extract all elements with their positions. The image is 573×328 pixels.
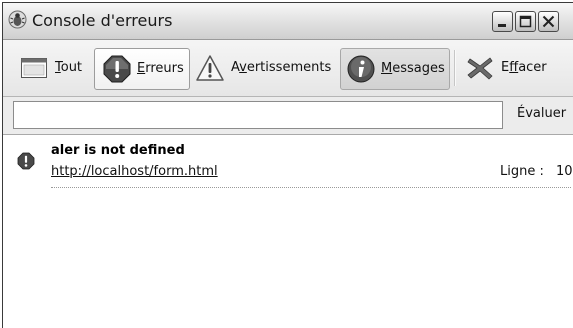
toolbar-separator (454, 50, 456, 86)
error-message-text: aler is not defined (51, 143, 185, 158)
evaluate-button[interactable]: Évaluer (508, 101, 573, 129)
minimize-icon (498, 24, 506, 27)
filter-errors-label: Erreurs (137, 61, 184, 76)
stop-sign-error-icon (17, 152, 35, 174)
filter-warnings-label: Avertissements (231, 60, 332, 75)
filter-all-label: Tout (55, 60, 83, 75)
clear-x-icon (467, 56, 493, 84)
row-divider (51, 187, 571, 188)
filter-warnings-button[interactable]: Avertissements (193, 50, 333, 86)
minimize-button[interactable] (492, 11, 513, 32)
title-bar: Console d'erreurs (3, 3, 573, 40)
warning-triangle-icon (195, 54, 225, 86)
evaluate-bar: Évaluer (3, 97, 573, 135)
close-button[interactable] (538, 11, 559, 32)
maximize-icon (519, 15, 532, 28)
line-number: 10 (556, 164, 573, 179)
messages-list: aler is not defined http://localhost/for… (3, 135, 573, 328)
code-eval-input[interactable] (13, 101, 503, 129)
clear-button[interactable]: Effacer (463, 50, 571, 86)
line-label: Ligne : (500, 164, 544, 179)
error-source-link[interactable]: http://localhost/form.html (51, 164, 218, 179)
console-window-icon (21, 58, 47, 82)
window-title: Console d'erreurs (32, 11, 173, 30)
console-toolbar: Tout Erreurs Avertissements Messages Eff… (3, 40, 573, 97)
info-circle-icon (347, 55, 375, 87)
stop-sign-error-icon (103, 55, 131, 87)
clear-label: Effacer (501, 60, 547, 75)
filter-messages-label: Messages (381, 61, 445, 76)
maximize-button[interactable] (515, 11, 536, 32)
filter-messages-button[interactable]: Messages (340, 48, 450, 90)
error-console-window: Console d'erreurs Tout Erreurs Avertisse… (2, 2, 573, 328)
list-item: aler is not defined http://localhost/for… (3, 135, 573, 190)
firebug-bug-icon (8, 10, 27, 29)
close-icon (542, 15, 555, 28)
filter-all-button[interactable]: Tout (17, 50, 93, 86)
filter-errors-button[interactable]: Erreurs (94, 48, 190, 90)
